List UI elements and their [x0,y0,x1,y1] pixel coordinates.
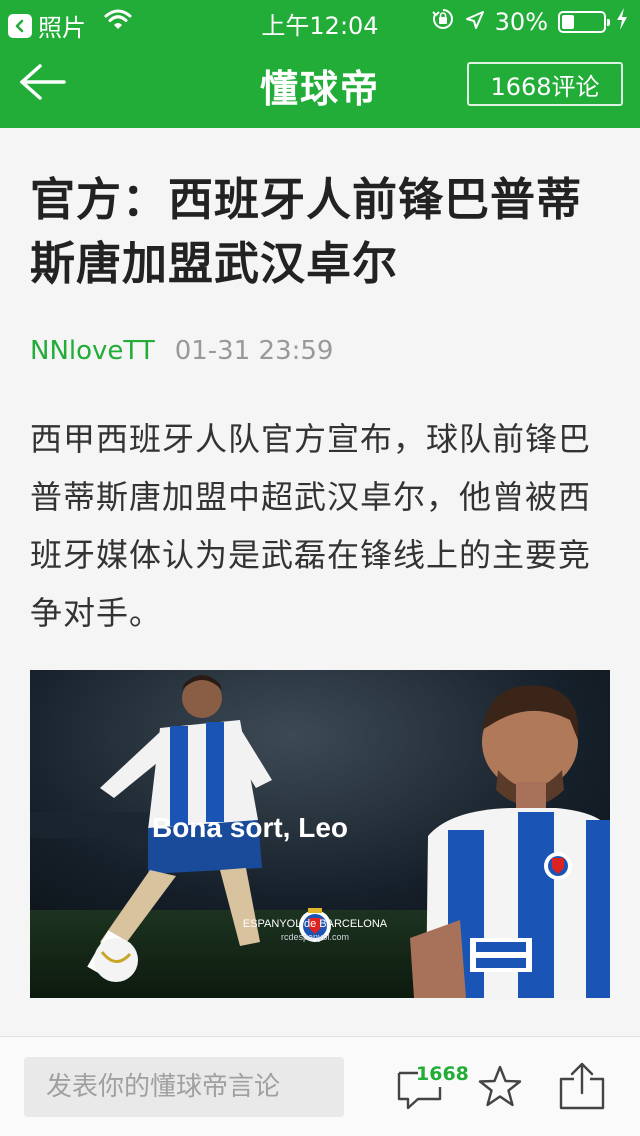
photo-overlay-text: Bona sort, Leo [151,812,348,843]
status-right: 30% [431,7,628,37]
battery-icon [558,11,610,33]
top-bar: 照片 上午12:04 30% 懂球帝 1668评论 [0,0,640,128]
bottom-toolbar: 1668 [0,1036,640,1136]
location-icon [465,8,485,36]
article-photo[interactable]: Bona sort, Leo ESPANYOL de BARCELONA rcd… [30,670,610,998]
app-header: 懂球帝 1668评论 [0,40,640,128]
comment-count[interactable]: 1668 [416,1063,469,1085]
comments-button[interactable]: 1668评论 [467,62,623,106]
charging-icon [616,8,628,36]
comment-input[interactable] [24,1057,344,1117]
publish-date: 01-31 23:59 [174,336,334,366]
article-body: 西甲西班牙人队官方宣布，球队前锋巴普蒂斯唐加盟中超武汉卓尔，他曾被西班牙媒体认为… [30,420,592,632]
article-meta: NNloveTT 01-31 23:59 [30,336,333,366]
battery-percent: 30% [494,8,548,36]
author-link[interactable]: NNloveTT [30,336,155,366]
share-icon[interactable] [558,1061,606,1115]
club-branding: ESPANYOL de BARCELONA rcdespanyol.com [230,918,400,942]
status-bar: 照片 上午12:04 30% [0,0,640,42]
star-icon[interactable] [476,1063,524,1115]
article-headline: 官方：西班牙人前锋巴普蒂斯唐加盟武汉卓尔 [30,173,583,290]
lock-rotation-icon [431,7,455,37]
club-name: ESPANYOL de BARCELONA [242,918,388,930]
club-site: rcdespanyol.com [280,932,350,942]
